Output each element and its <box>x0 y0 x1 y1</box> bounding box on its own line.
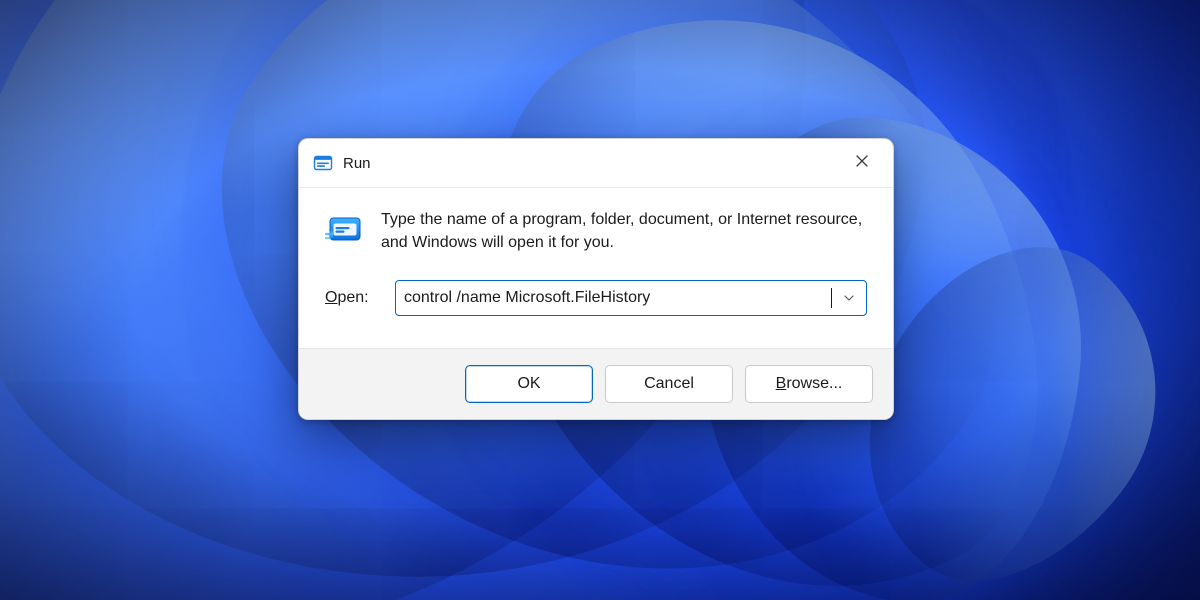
ok-button[interactable]: OK <box>465 365 593 403</box>
run-title-icon <box>313 153 333 173</box>
chevron-down-icon[interactable] <box>840 292 858 304</box>
browse-button[interactable]: Browse... <box>745 365 873 403</box>
open-label: Open: <box>325 289 381 307</box>
button-bar: OK Cancel Browse... <box>299 348 893 419</box>
ok-button-label: OK <box>517 375 540 393</box>
open-input[interactable] <box>404 289 830 307</box>
browse-button-label: Browse... <box>776 375 843 393</box>
run-dialog: Run <box>298 138 894 420</box>
cancel-button[interactable]: Cancel <box>605 365 733 403</box>
open-combobox[interactable] <box>395 280 867 316</box>
text-caret <box>831 288 832 308</box>
titlebar[interactable]: Run <box>299 139 893 188</box>
window-title: Run <box>343 155 371 172</box>
run-dialog-icon <box>325 210 365 250</box>
close-icon <box>855 154 869 172</box>
dialog-description: Type the name of a program, folder, docu… <box>381 208 867 254</box>
close-button[interactable] <box>839 143 885 183</box>
cancel-button-label: Cancel <box>644 375 694 393</box>
